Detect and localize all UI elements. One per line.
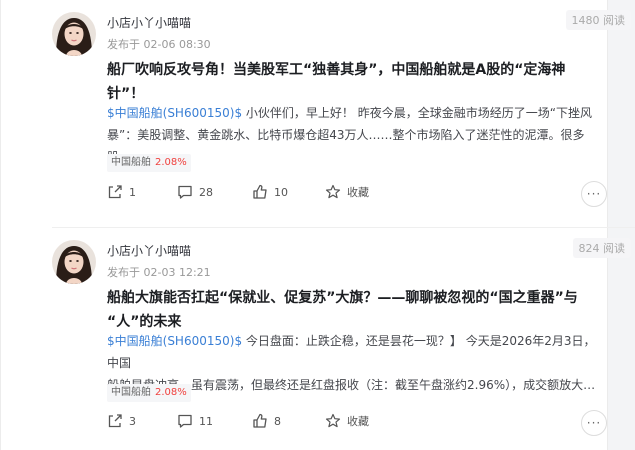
- view-count: 1480 阅读: [565, 10, 631, 30]
- share-button[interactable]: 1: [107, 184, 136, 200]
- view-count: 824 阅读: [572, 238, 631, 258]
- stock-tag[interactable]: 中国船舶 2.08%: [107, 154, 191, 172]
- left-frame-border: [0, 0, 1, 450]
- stock-link[interactable]: $中国船舶(SH600150)$: [107, 106, 242, 120]
- stock-tag-change: 2.08%: [155, 387, 187, 398]
- favorite-button[interactable]: 收藏: [325, 184, 369, 200]
- like-button[interactable]: 8: [252, 413, 281, 429]
- stock-tag-name: 中国船舶: [111, 157, 151, 168]
- star-icon: [325, 184, 341, 199]
- stock-link[interactable]: $中国船舶(SH600150)$: [107, 334, 242, 348]
- comment-count: 28: [199, 185, 213, 199]
- post-title[interactable]: 船舶大旗能否扛起“保就业、促复苏”大旗？——聊聊被忽视的“国之重器”与 “人”的…: [107, 286, 597, 334]
- avatar[interactable]: [52, 12, 96, 56]
- action-bar: 1 28 10 收藏 ···: [107, 181, 607, 207]
- author-name[interactable]: 小店小丫小喵喵: [107, 242, 191, 259]
- post-date: 发布于 02-03 12:21: [107, 266, 211, 279]
- stock-tag[interactable]: 中国船舶 2.08%: [107, 384, 191, 402]
- share-icon: [108, 414, 122, 428]
- more-icon: ···: [586, 187, 602, 201]
- post-divider: [52, 227, 635, 228]
- avatar[interactable]: [52, 240, 96, 284]
- like-count: 10: [274, 185, 288, 199]
- share-button[interactable]: 3: [107, 413, 136, 429]
- right-panel-edge: [607, 0, 635, 450]
- post-date: 发布于 02-06 08:30: [107, 38, 211, 51]
- comment-button[interactable]: 11: [177, 413, 213, 429]
- favorite-label: 收藏: [347, 186, 369, 199]
- author-name[interactable]: 小店小丫小喵喵: [107, 14, 191, 31]
- comment-button[interactable]: 28: [177, 184, 213, 200]
- more-options-button[interactable]: ···: [581, 181, 607, 207]
- more-options-button[interactable]: ···: [581, 410, 607, 436]
- favorite-button[interactable]: 收藏: [325, 413, 369, 429]
- share-icon: [108, 185, 122, 199]
- like-count: 8: [274, 414, 281, 428]
- post-title-line-1: 船厂吹响反攻号角！当美股军工“独善其身”，中国船舶就是A股的“定海神: [107, 62, 566, 78]
- star-icon: [325, 413, 341, 428]
- action-bar: 3 11 8 收藏 ···: [107, 410, 607, 436]
- like-button[interactable]: 10: [252, 184, 288, 200]
- more-icon: ···: [586, 416, 602, 430]
- thumbs-up-icon: [253, 184, 267, 199]
- comment-count: 11: [199, 414, 213, 428]
- post-title[interactable]: 船厂吹响反攻号角！当美股军工“独善其身”，中国船舶就是A股的“定海神 针”！: [107, 58, 597, 106]
- comment-icon: [178, 185, 192, 199]
- post-title-line-1: 船舶大旗能否扛起“保就业、促复苏”大旗？——聊聊被忽视的“国之重器”与: [107, 290, 578, 306]
- favorite-label: 收藏: [347, 415, 369, 428]
- stock-tag-change: 2.08%: [155, 157, 187, 168]
- share-count: 1: [129, 185, 136, 199]
- share-count: 3: [129, 414, 136, 428]
- excerpt-line-1: 小伙伴们，早上好！ 昨夜今晨，全球金融市场经历了一场“下挫风: [242, 106, 592, 120]
- thumbs-up-icon: [253, 413, 267, 428]
- stock-tag-name: 中国船舶: [111, 387, 151, 398]
- comment-icon: [178, 414, 192, 428]
